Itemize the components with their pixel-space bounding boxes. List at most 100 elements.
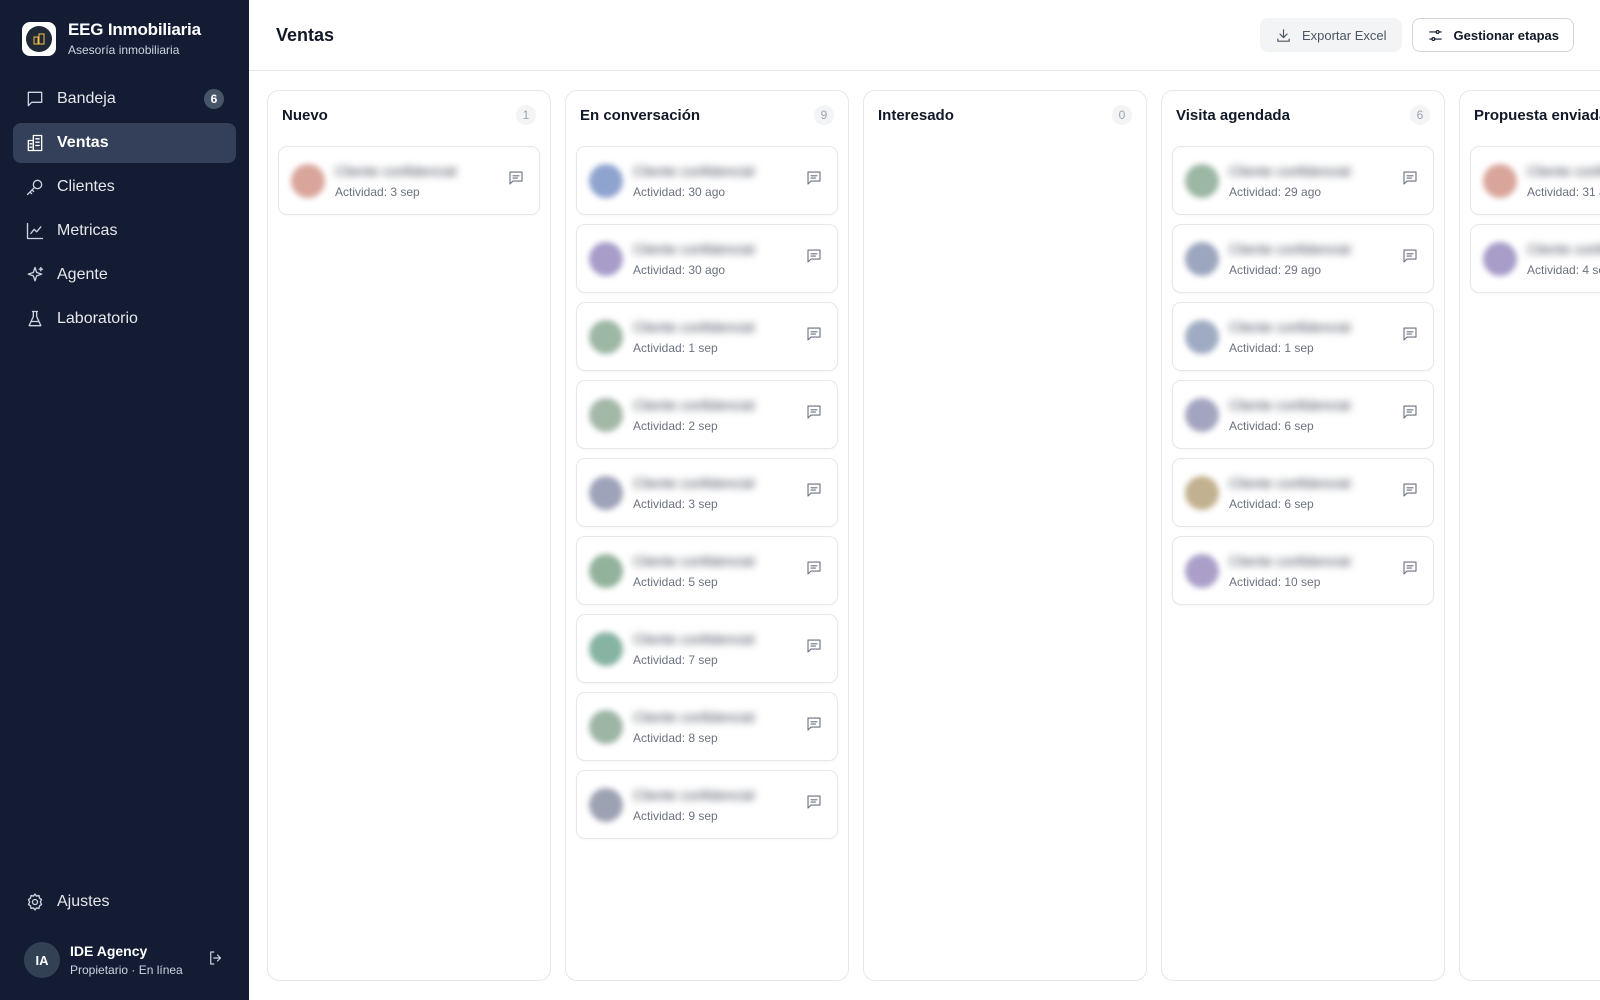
main-content: Ventas Exportar Excel Gestionar etapas N… [249,0,1600,1000]
page-title: Ventas [276,24,335,45]
lead-card[interactable]: Cliente confidencial Actividad: 2 sep [576,380,838,449]
chat-icon[interactable] [1401,325,1419,348]
sliders-icon [1428,29,1442,41]
lead-card[interactable]: Cliente confidencial Actividad: 29 ago [1172,146,1434,215]
kanban-column: En conversación 9 Cliente confidencial Acti… [565,90,849,981]
chat-icon[interactable] [1401,247,1419,270]
lead-card[interactable]: Cliente confidencial Actividad: 4 sep [1470,224,1600,293]
column-header: Propuesta enviada2 [1470,105,1600,125]
chat-icon[interactable] [805,793,823,816]
lead-card[interactable]: Cliente confidencial Actividad: 29 ago [1172,224,1434,293]
sidebar-item-clientes[interactable]: Clientes [13,167,236,207]
lead-card[interactable]: Cliente confidencial Actividad: 7 sep [576,614,838,683]
chat-icon[interactable] [1401,481,1419,504]
export-excel-label: Exportar Excel [1301,27,1387,43]
message-square-icon [25,89,45,109]
avatar [589,787,623,822]
sidebar-item-label: Ajustes [57,893,110,910]
lead-name: Cliente confidencial [633,786,755,803]
avatar [589,631,623,666]
lead-name: Cliente confidencial [1229,240,1351,257]
sidebar-item-label: Agente [57,266,108,283]
lead-name: Cliente confidencial [633,552,755,569]
chat-icon[interactable] [805,169,823,192]
brand-logo [22,21,56,56]
lead-card[interactable]: Cliente confidencial Actividad: 8 sep [576,692,838,761]
lead-activity: Actividad: 1 sep [1229,340,1314,355]
lead-card[interactable]: Cliente confidencial Actividad: 3 sep [576,458,838,527]
column-header: Interesado 0 [874,105,1136,125]
sidebar-item-agente[interactable]: Agente [13,255,236,295]
brand: EEG Inmobiliaria Asesoría inmobiliaria [0,0,249,73]
lead-activity: Actividad: 9 sep [633,808,718,823]
flask-icon [25,309,45,329]
lead-card[interactable]: Cliente confidencial Actividad: 6 sep [1172,380,1434,449]
chat-icon[interactable] [805,637,823,660]
topbar: Ventas Exportar Excel Gestionar etapas [249,0,1600,71]
export-excel-button[interactable]: Exportar Excel [1259,18,1402,52]
chat-icon[interactable] [1401,403,1419,426]
lead-name: Cliente confidencial [1229,396,1351,413]
sidebar-item-metricas[interactable]: Metricas [13,211,236,251]
chat-icon[interactable] [805,481,823,504]
line-chart-icon [25,221,45,241]
column-title: Propuesta enviada [1474,106,1600,124]
lead-card[interactable]: Cliente confidencial Actividad: 31 ago [1470,146,1600,215]
avatar [589,319,623,354]
chat-icon[interactable] [1401,169,1419,192]
lead-card[interactable]: Cliente confidencial Actividad: 1 sep [576,302,838,371]
kanban-column: Nuevo 1 Cliente confidencial Actividad: 3 s… [267,90,551,981]
kanban-column: Propuesta enviada2 Cliente confidencial Ac… [1459,90,1600,981]
chat-icon[interactable] [805,247,823,270]
avatar [1185,397,1219,432]
lead-activity: Actividad: 8 sep [633,730,718,745]
lead-activity: Actividad: 1 sep [633,340,718,355]
chat-icon[interactable] [805,559,823,582]
sidebar-item-label: Laboratorio [57,310,138,327]
sidebar-item-label: Ventas [57,134,109,151]
column-count-badge: 6 [1410,105,1430,125]
kanban-board: Nuevo 1 Cliente confidencial Actividad: 3 s… [249,71,1600,1000]
unread-count-badge: 6 [204,89,224,109]
lead-activity: Actividad: 6 sep [1229,496,1314,511]
chat-icon[interactable] [1401,559,1419,582]
chat-icon[interactable] [805,403,823,426]
lead-card[interactable]: Cliente confidencial Actividad: 6 sep [1172,458,1434,527]
manage-stages-label: Gestionar etapas [1453,27,1560,43]
lead-card[interactable]: Cliente confidencial Actividad: 10 sep [1172,536,1434,605]
lead-name: Cliente confidencial [1229,552,1351,569]
lead-activity: Actividad: 6 sep [1229,418,1314,433]
key-icon [25,177,45,197]
lead-card[interactable]: Cliente confidencial Actividad: 30 ago [576,224,838,293]
lead-name: Cliente confidencial [633,708,755,725]
lead-card[interactable]: Cliente confidencial Actividad: 9 sep [576,770,838,839]
manage-stages-button[interactable]: Gestionar etapas [1411,18,1574,52]
lead-name: Cliente confidencial [1527,162,1600,179]
logout-icon[interactable] [207,949,225,972]
sidebar-item-bandeja[interactable]: Bandeja 6 [13,79,236,119]
chat-icon[interactable] [805,325,823,348]
lead-name: Cliente confidencial [1229,162,1351,179]
avatar [1185,241,1219,276]
column-title: En conversación [580,106,701,124]
lead-card[interactable]: Cliente confidencial Actividad: 3 sep [278,146,540,215]
lead-name: Cliente confidencial [1229,474,1351,491]
lead-card[interactable]: Cliente confidencial Actividad: 30 ago [576,146,838,215]
sidebar-item-laboratorio[interactable]: Laboratorio [13,299,236,339]
kanban-column: Visita agendada 6 Cliente confidencial Acti… [1161,90,1445,981]
lead-activity: Actividad: 31 ago [1527,184,1600,199]
download-icon [1277,28,1290,42]
lead-activity: Actividad: 29 ago [1229,262,1322,277]
lead-card[interactable]: Cliente confidencial Actividad: 5 sep [576,536,838,605]
column-header: En conversación 9 [576,105,838,125]
lead-card[interactable]: Cliente confidencial Actividad: 1 sep [1172,302,1434,371]
sidebar-item-ventas[interactable]: Ventas [13,123,236,163]
column-count-badge: 1 [516,105,536,125]
sidebar-item-ajustes[interactable]: Ajustes [13,882,236,922]
user-profile: IA IDE Agency Propietario · En línea [0,934,249,1000]
user-name: IDE Agency [70,943,148,959]
chat-icon[interactable] [805,715,823,738]
chat-icon[interactable] [507,169,525,192]
column-count-badge: 0 [1112,105,1132,125]
column-count-badge: 9 [814,105,834,125]
